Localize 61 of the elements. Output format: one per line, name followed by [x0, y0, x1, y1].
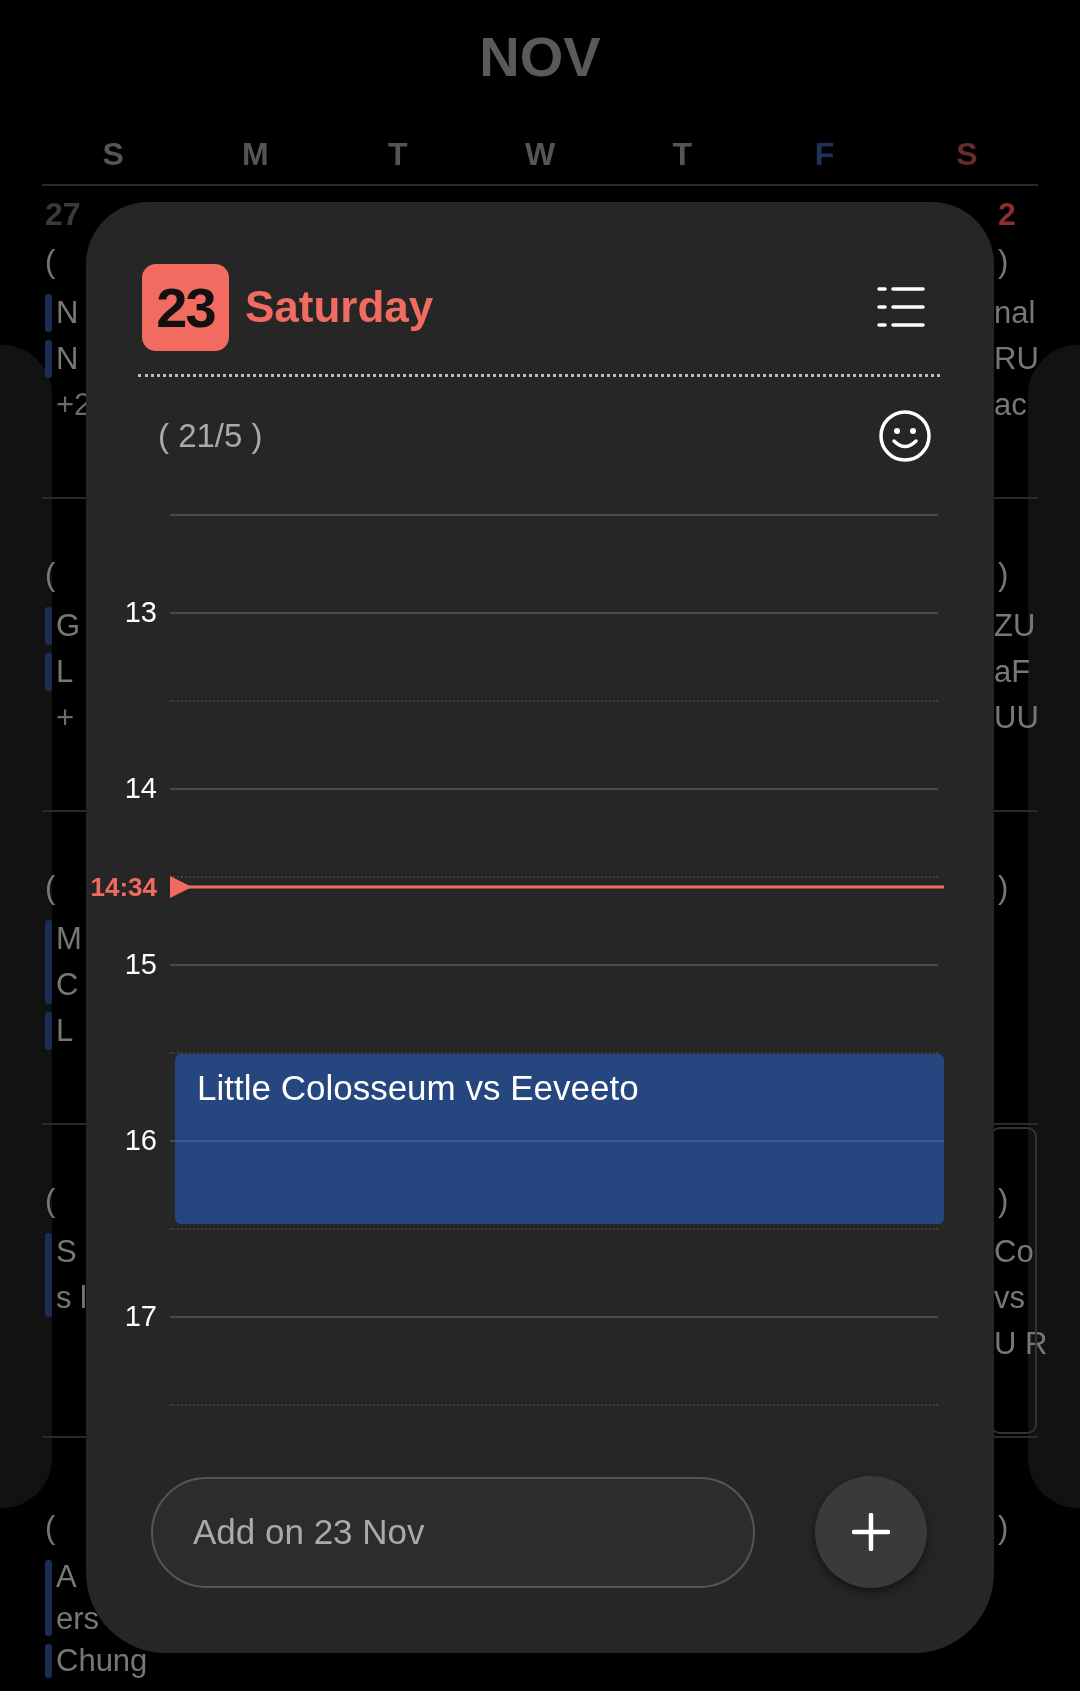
event-title: aF [994, 653, 1031, 691]
event-title: ZU [994, 607, 1036, 645]
event-title: ers [56, 1600, 100, 1638]
list-icon[interactable] [877, 286, 925, 328]
event-title: N [56, 294, 79, 332]
lunar-date: ( [45, 1510, 56, 1545]
event-title: A [56, 1558, 78, 1596]
hour-label: 17 [123, 1299, 157, 1333]
weekday-label: W [524, 136, 556, 174]
hour-label: 16 [123, 1123, 157, 1157]
lunar-date: ( [45, 244, 56, 279]
event-title: Chung [56, 1642, 148, 1680]
event-title: L [56, 653, 74, 691]
hour-label: 13 [123, 595, 157, 629]
weekday-label: T [387, 136, 408, 174]
event-marker [45, 1012, 52, 1050]
event-title: L [56, 1012, 74, 1050]
month-title: NOV [479, 24, 601, 89]
lunar-date: ( [45, 557, 56, 592]
hour-label: 14 [123, 771, 157, 805]
event-block[interactable]: Little Colosseum vs Eeveeto [175, 1054, 944, 1224]
hour-label: 15 [123, 947, 157, 981]
lunar-date: ( [45, 1183, 56, 1218]
lunar-date: ) [998, 244, 1009, 279]
lunar-date: ( 21/5 ) [158, 417, 263, 455]
event-title: Co [994, 1233, 1034, 1271]
add-event-field[interactable]: Add on 23 Nov [151, 1476, 755, 1588]
weekday-label: T [672, 136, 693, 174]
event-title: M [56, 920, 82, 958]
date-number: 27 [45, 196, 81, 232]
current-time: 14:34 [89, 871, 157, 903]
event-title: UU [994, 699, 1039, 737]
event-title: C [56, 966, 80, 1004]
event-title: RU [994, 340, 1039, 378]
event-title: ac [994, 386, 1027, 424]
weekday-label: S [102, 136, 124, 174]
weekday-label: S [956, 136, 978, 174]
event-title: s l [56, 1279, 87, 1317]
event-title: nal [994, 294, 1036, 332]
lunar-date: ) [998, 870, 1009, 905]
event-title: N [56, 340, 79, 378]
event-title: G [56, 607, 81, 645]
date-number: 2 [998, 196, 1016, 232]
plus-icon [852, 1513, 890, 1551]
lunar-date: ( [45, 870, 56, 905]
lunar-date: ) [998, 1183, 1009, 1218]
lunar-date: ) [998, 1510, 1009, 1545]
weekday-title: Saturday [245, 282, 435, 332]
more-count: + [56, 699, 75, 737]
event-title: vs [994, 1279, 1025, 1317]
lunar-date: ) [998, 557, 1009, 592]
event-marker [45, 653, 52, 691]
event-marker [45, 294, 52, 332]
event-marker [45, 1644, 52, 1678]
event-marker [45, 607, 52, 645]
date-badge: 23 [142, 263, 229, 351]
weekday-label: M [242, 136, 269, 174]
event-marker [45, 340, 52, 378]
smiley-icon[interactable] [878, 409, 932, 463]
event-title: S [56, 1233, 78, 1271]
weekday-label: F [814, 136, 835, 174]
